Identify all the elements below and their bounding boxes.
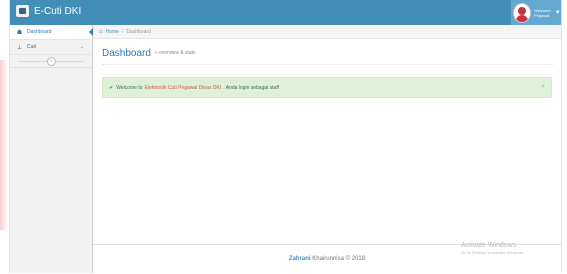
welcome-alert: ✔ Welcome to Elektronik Cuti Pegawai Din… [102,77,552,98]
sidebar-item-label: Dashboard [27,29,52,35]
page-header: Dashboard » overview & stats [102,42,554,65]
breadcrumb-current: Dashboard [126,28,151,35]
left-edge-accent [0,60,8,230]
user-avatar [513,2,531,23]
pin-icon: ⊥ [16,44,23,51]
briefcase-icon [16,5,29,17]
user-menu[interactable]: Welcome, Pegawai ▼ [511,0,561,25]
sidebar-item-dashboard[interactable]: ☗ Dashboard [10,25,93,40]
footer-author: Zahrani [288,256,311,262]
brand[interactable]: E-Cuti DKI [16,5,81,17]
breadcrumb-separator: / [121,28,124,35]
watermark-title: Activate Windows [461,242,517,249]
page-title: Dashboard [102,47,151,59]
brand-title: E-Cuti DKI [34,5,82,17]
breadcrumb: ⌂ Home / Dashboard [93,25,561,39]
activate-windows-watermark: Activate Windows Go to Settings to activ… [461,242,524,255]
top-navbar: E-Cuti DKI Welcome, Pegawai ▼ [10,0,561,25]
sidebar: ☗ Dashboard ⊥ Cuti ⌄ « [10,25,93,273]
alert-prefix: Welcome to [116,84,143,91]
check-icon: ✔ [109,84,114,91]
watermark-subtitle: Go to Settings to activate Windows. [461,250,525,255]
alert-app-name: Elektronik Cuti Pegawai Dinas DKI [144,84,222,91]
footer-copyright: Khairunnisa © 2018 [312,256,366,262]
alert-suffix: . Anda login sebagai staff [223,84,280,91]
breadcrumb-home[interactable]: Home [106,29,119,35]
chevron-down-icon: ⌄ [79,44,84,50]
double-chevron-left-icon[interactable]: « [46,56,56,66]
close-icon[interactable]: × [541,84,545,90]
sidebar-item-cuti[interactable]: ⊥ Cuti ⌄ [10,40,92,55]
sidebar-item-label: Cuti [27,44,36,50]
user-name: Pegawai [534,12,550,18]
sidebar-collapse: « [10,55,92,68]
caret-down-icon: ▼ [554,9,561,16]
page-subtitle: » overview & stats [154,50,196,56]
user-info: Welcome, Pegawai [534,8,552,18]
home-icon: ⌂ [99,28,103,35]
app-window: E-Cuti DKI Welcome, Pegawai ▼ ☗ Dashboar… [9,0,562,273]
dashboard-icon: ☗ [16,29,23,36]
